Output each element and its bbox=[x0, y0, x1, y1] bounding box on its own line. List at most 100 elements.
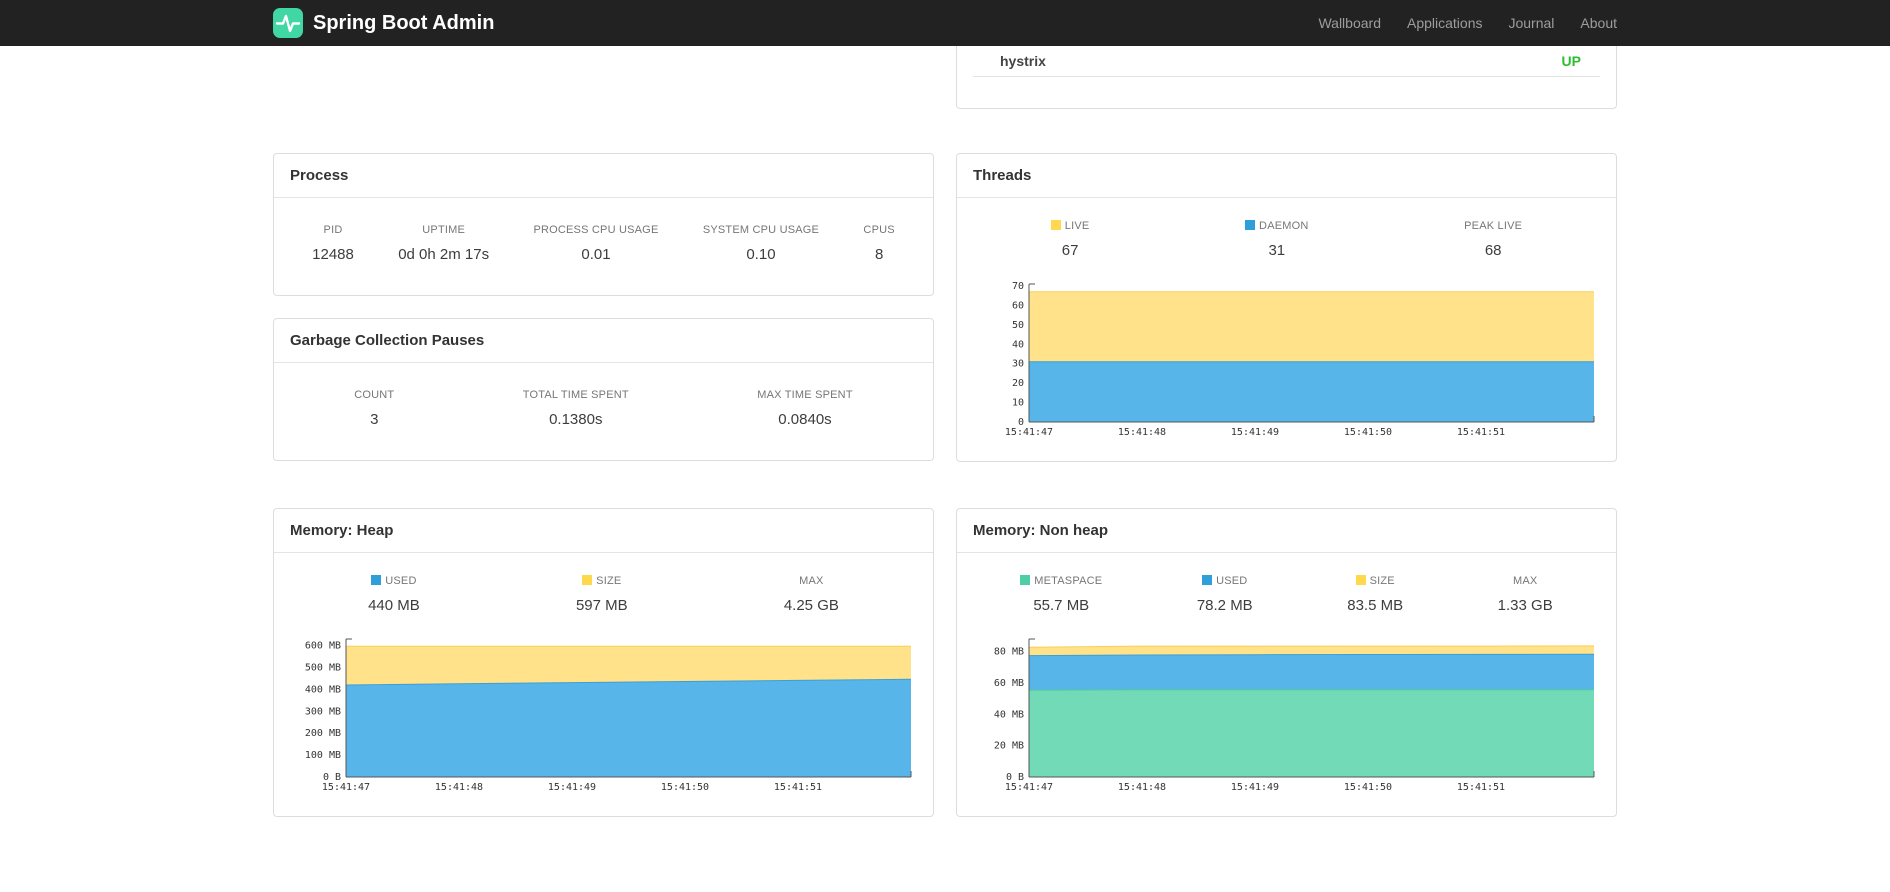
legend-value: 68 bbox=[1484, 242, 1502, 259]
nav-link-about[interactable]: About bbox=[1567, 15, 1617, 31]
metric-value: 0.1380s bbox=[549, 411, 603, 428]
legend-label: METASPACE bbox=[1034, 575, 1103, 587]
svg-text:15:41:51: 15:41:51 bbox=[774, 782, 822, 793]
svg-text:60 MB: 60 MB bbox=[994, 678, 1024, 689]
legend-value: 597 MB bbox=[575, 597, 628, 614]
legend-size: SIZE 83.5 MB bbox=[1347, 575, 1403, 614]
svg-text:15:41:49: 15:41:49 bbox=[1231, 782, 1279, 793]
legend-value: 55.7 MB bbox=[1033, 597, 1090, 614]
metric-value: 3 bbox=[370, 411, 379, 428]
legend-label: MAX bbox=[799, 575, 824, 587]
svg-text:500 MB: 500 MB bbox=[305, 663, 341, 674]
legend-value: 67 bbox=[1061, 242, 1079, 259]
metric-label: CPUS bbox=[863, 224, 895, 236]
svg-text:40: 40 bbox=[1012, 339, 1024, 350]
legend-peak-live: PEAK LIVE 68 bbox=[1464, 220, 1522, 259]
svg-text:300 MB: 300 MB bbox=[305, 706, 341, 717]
legend-size: SIZE 597 MB bbox=[576, 575, 628, 614]
used-swatch-icon bbox=[1202, 575, 1213, 585]
legend-label: USED bbox=[1216, 575, 1248, 587]
legend-used: USED 78.2 MB bbox=[1197, 575, 1253, 614]
gc-panel-title: Garbage Collection Pauses bbox=[274, 319, 933, 363]
nonheap-legend: METASPACE 55.7 MB USED 78.2 MB SIZE 83.5… bbox=[957, 553, 1616, 614]
legend-label: USED bbox=[385, 575, 417, 587]
legend-label: SIZE bbox=[596, 575, 622, 587]
svg-text:20 MB: 20 MB bbox=[994, 741, 1024, 752]
nav-link-wallboard[interactable]: Wallboard bbox=[1305, 15, 1394, 31]
legend-value: 78.2 MB bbox=[1196, 597, 1253, 614]
legend-used: USED 440 MB bbox=[368, 575, 420, 614]
svg-text:15:41:47: 15:41:47 bbox=[1005, 427, 1053, 438]
memory-heap-title: Memory: Heap bbox=[274, 509, 933, 553]
legend-label: SIZE bbox=[1369, 575, 1395, 587]
metric-pid: PID 12488 bbox=[312, 224, 354, 263]
size-swatch-icon bbox=[582, 575, 593, 585]
svg-text:10: 10 bbox=[1012, 398, 1024, 409]
metric-value: 12488 bbox=[312, 246, 354, 263]
svg-text:30: 30 bbox=[1012, 359, 1024, 370]
brand[interactable]: Spring Boot Admin bbox=[273, 8, 494, 38]
memory-nonheap-chart: 0 B 20 MB 40 MB 60 MB 80 MB 15:41:47 15:41:48 1… bbox=[973, 634, 1600, 794]
legend-label: MAX bbox=[1512, 575, 1538, 587]
process-panel-title: Process bbox=[274, 154, 933, 198]
metric-label: PID bbox=[323, 224, 343, 236]
legend-metaspace: METASPACE 55.7 MB bbox=[1020, 575, 1102, 614]
heap-legend: USED 440 MB SIZE 597 MB MAX 4.25 GB bbox=[274, 553, 933, 614]
legend-label: PEAK LIVE bbox=[1464, 220, 1523, 232]
size-swatch-icon bbox=[1355, 575, 1366, 585]
metric-label: SYSTEM CPU USAGE bbox=[702, 224, 820, 236]
navbar: Spring Boot Admin Wallboard Applications… bbox=[0, 0, 1890, 46]
legend-max: MAX 4.25 GB bbox=[784, 575, 839, 614]
metric-gc-total-time: TOTAL TIME SPENT 0.1380s bbox=[523, 389, 629, 428]
svg-text:15:41:49: 15:41:49 bbox=[1231, 427, 1279, 438]
metric-cpus: CPUS 8 bbox=[863, 224, 894, 263]
svg-text:15:41:49: 15:41:49 bbox=[548, 782, 596, 793]
svg-text:15:41:48: 15:41:48 bbox=[1118, 427, 1166, 438]
svg-text:15:41:51: 15:41:51 bbox=[1457, 782, 1505, 793]
nav-link-journal[interactable]: Journal bbox=[1495, 15, 1567, 31]
threads-panel-title: Threads bbox=[957, 154, 1616, 198]
nav-links: Wallboard Applications Journal About bbox=[1305, 15, 1617, 31]
memory-nonheap-title: Memory: Non heap bbox=[957, 509, 1616, 553]
metric-label: COUNT bbox=[354, 389, 395, 401]
legend-label: LIVE bbox=[1064, 220, 1090, 232]
metric-value: 8 bbox=[874, 246, 884, 263]
used-swatch-icon bbox=[371, 575, 382, 585]
memory-heap-panel: Memory: Heap USED 440 MB SIZE 597 MB MAX… bbox=[273, 508, 934, 817]
legend-value: 4.25 GB bbox=[783, 597, 839, 614]
metaspace-swatch-icon bbox=[1020, 575, 1031, 585]
gc-panel: Garbage Collection Pauses COUNT 3 TOTAL … bbox=[273, 318, 934, 461]
legend-daemon: DAEMON 31 bbox=[1245, 220, 1308, 259]
svg-text:100 MB: 100 MB bbox=[305, 750, 341, 761]
metric-value: 0d 0h 2m 17s bbox=[398, 246, 490, 263]
memory-heap-chart: 0 B 100 MB 200 MB 300 MB 400 MB 500 MB 600 MB 1… bbox=[290, 634, 917, 794]
health-panel-spacer bbox=[957, 77, 1616, 108]
metric-uptime: UPTIME 0d 0h 2m 17s bbox=[398, 224, 489, 263]
health-row-hystrix: hystrix UP bbox=[973, 46, 1600, 77]
gc-metrics: COUNT 3 TOTAL TIME SPENT 0.1380s MAX TIM… bbox=[274, 363, 933, 460]
svg-text:15:41:50: 15:41:50 bbox=[661, 782, 709, 793]
metric-gc-max-time: MAX TIME SPENT 0.0840s bbox=[757, 389, 853, 428]
metric-label: TOTAL TIME SPENT bbox=[522, 389, 629, 401]
nav-link-applications[interactable]: Applications bbox=[1394, 15, 1496, 31]
svg-text:15:41:50: 15:41:50 bbox=[1344, 427, 1392, 438]
metric-gc-count: COUNT 3 bbox=[354, 389, 394, 428]
svg-text:600 MB: 600 MB bbox=[305, 641, 341, 652]
svg-text:15:41:50: 15:41:50 bbox=[1344, 782, 1392, 793]
legend-value: 31 bbox=[1268, 242, 1286, 259]
svg-text:15:41:48: 15:41:48 bbox=[435, 782, 483, 793]
threads-panel: Threads LIVE 67 DAEMON 31 PEAK LIVE 68 0… bbox=[956, 153, 1617, 462]
legend-value: 83.5 MB bbox=[1347, 597, 1404, 614]
legend-live: LIVE 67 bbox=[1050, 220, 1090, 259]
process-metrics: PID 12488 UPTIME 0d 0h 2m 17s PROCESS CP… bbox=[274, 198, 933, 295]
svg-text:20: 20 bbox=[1012, 378, 1024, 389]
live-swatch-icon bbox=[1050, 220, 1061, 230]
top-left-empty-area bbox=[273, 46, 934, 109]
svg-text:70: 70 bbox=[1012, 281, 1024, 292]
brand-logo-icon bbox=[273, 8, 303, 38]
svg-text:50: 50 bbox=[1012, 320, 1024, 331]
metric-label: UPTIME bbox=[422, 224, 466, 236]
svg-text:15:41:48: 15:41:48 bbox=[1118, 782, 1166, 793]
health-panel-partial: hystrix UP bbox=[956, 46, 1617, 109]
metric-system-cpu: SYSTEM CPU USAGE 0.10 bbox=[703, 224, 819, 263]
